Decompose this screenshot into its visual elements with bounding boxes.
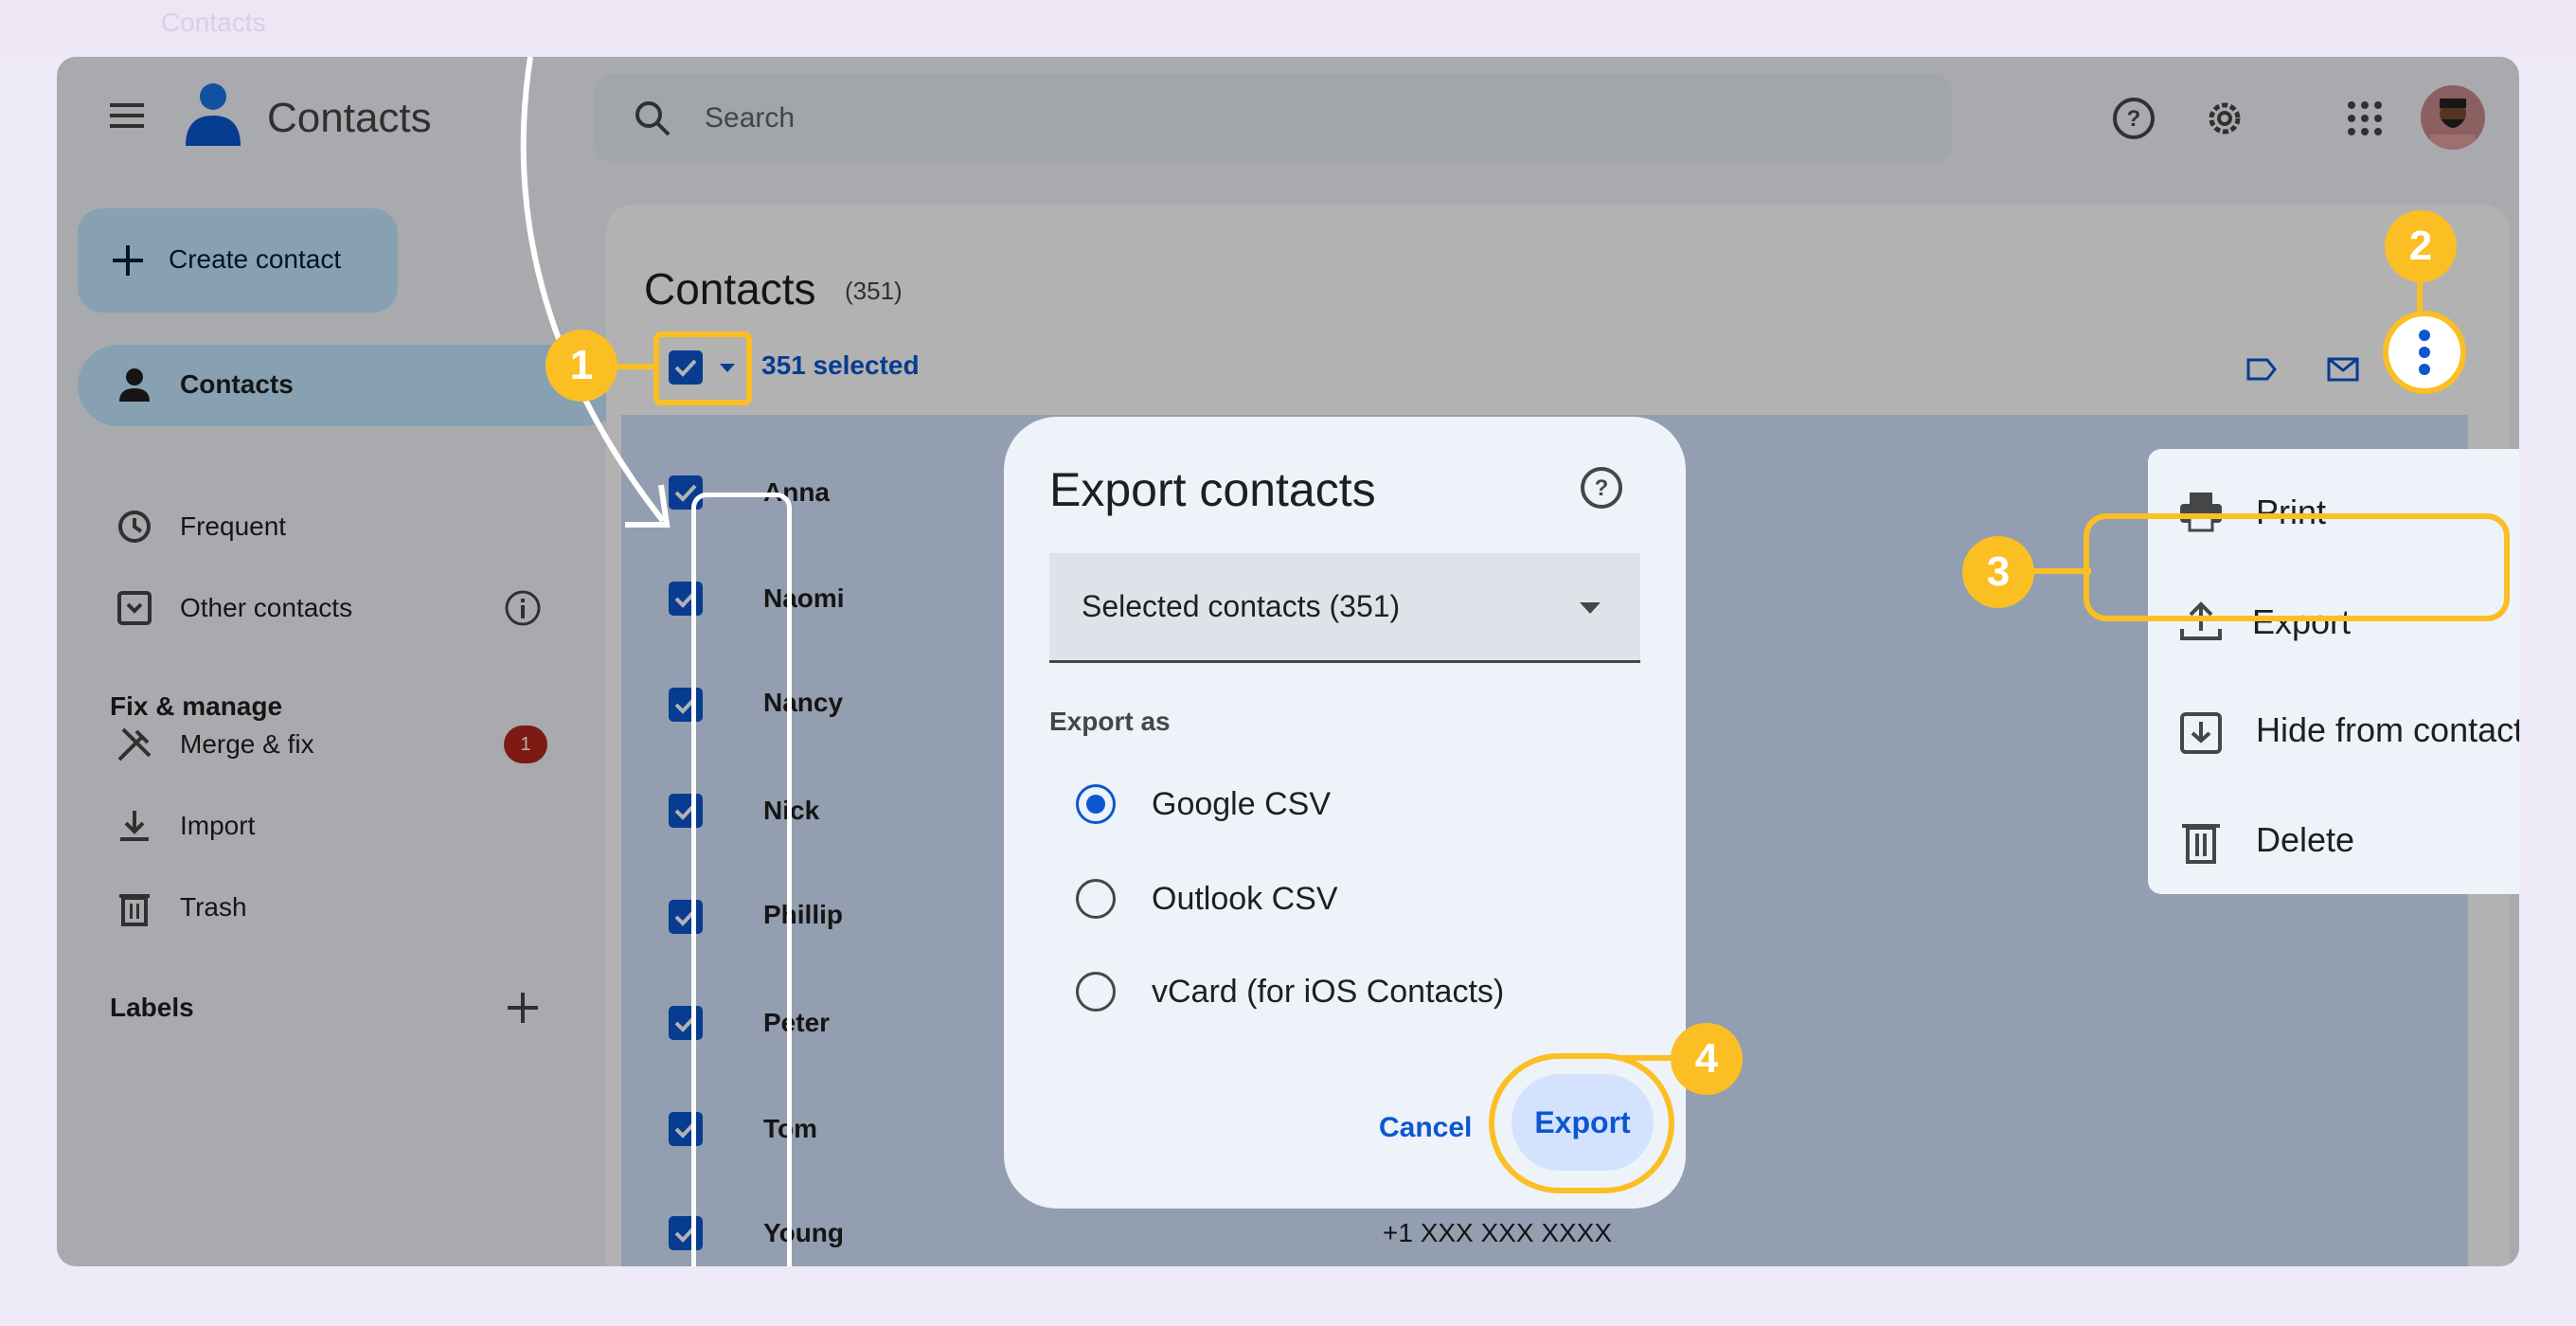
menu-item-delete[interactable]: Delete bbox=[2256, 820, 2354, 860]
background-app-title: Contacts bbox=[161, 8, 266, 37]
contacts-window: Contacts Search ? Create contact Contact… bbox=[57, 57, 2519, 1266]
dialog-title: Export contacts bbox=[1049, 463, 1376, 516]
cancel-button[interactable]: Cancel bbox=[1379, 1112, 1472, 1144]
option-label: Google CSV bbox=[1152, 786, 1331, 822]
callout-connector-2 bbox=[2417, 280, 2423, 313]
menu-item-hide[interactable]: Hide from contacts bbox=[2256, 710, 2519, 750]
export-menu-highlight bbox=[2084, 513, 2510, 621]
hide-icon bbox=[2176, 708, 2226, 758]
select-all-highlight bbox=[653, 332, 752, 405]
callout-3: 3 bbox=[1962, 536, 2034, 608]
select-value: Selected contacts (351) bbox=[1082, 589, 1401, 623]
arrow-annotation bbox=[520, 57, 671, 528]
callout-1: 1 bbox=[546, 330, 617, 402]
help-icon[interactable]: ? bbox=[1578, 464, 1625, 511]
svg-text:?: ? bbox=[1595, 475, 1609, 501]
background-browser-bar: Contacts bbox=[0, 0, 2576, 57]
radio-outlook-csv[interactable] bbox=[1076, 879, 1116, 919]
checkbox-column-highlight bbox=[691, 493, 792, 1266]
callout-4: 4 bbox=[1671, 1023, 1743, 1095]
export-as-label: Export as bbox=[1049, 707, 1171, 736]
option-label: vCard (for iOS Contacts) bbox=[1152, 974, 1505, 1010]
radio-google-csv[interactable] bbox=[1076, 784, 1116, 824]
export-button-highlight bbox=[1489, 1053, 1674, 1193]
callout-connector-4 bbox=[1618, 1055, 1674, 1061]
more-vert-button[interactable] bbox=[2383, 311, 2466, 394]
radio-vcard[interactable] bbox=[1076, 972, 1116, 1012]
chevron-down-icon bbox=[1576, 599, 1604, 618]
callout-2: 2 bbox=[2385, 210, 2457, 282]
callout-connector-3 bbox=[2034, 568, 2091, 574]
contacts-scope-select[interactable]: Selected contacts (351) bbox=[1049, 553, 1640, 663]
option-label: Outlook CSV bbox=[1152, 881, 1338, 917]
export-contacts-dialog: Export contacts ? Selected contacts (351… bbox=[1004, 417, 1686, 1209]
trash-icon bbox=[2176, 816, 2226, 866]
callout-connector-1 bbox=[616, 364, 659, 369]
